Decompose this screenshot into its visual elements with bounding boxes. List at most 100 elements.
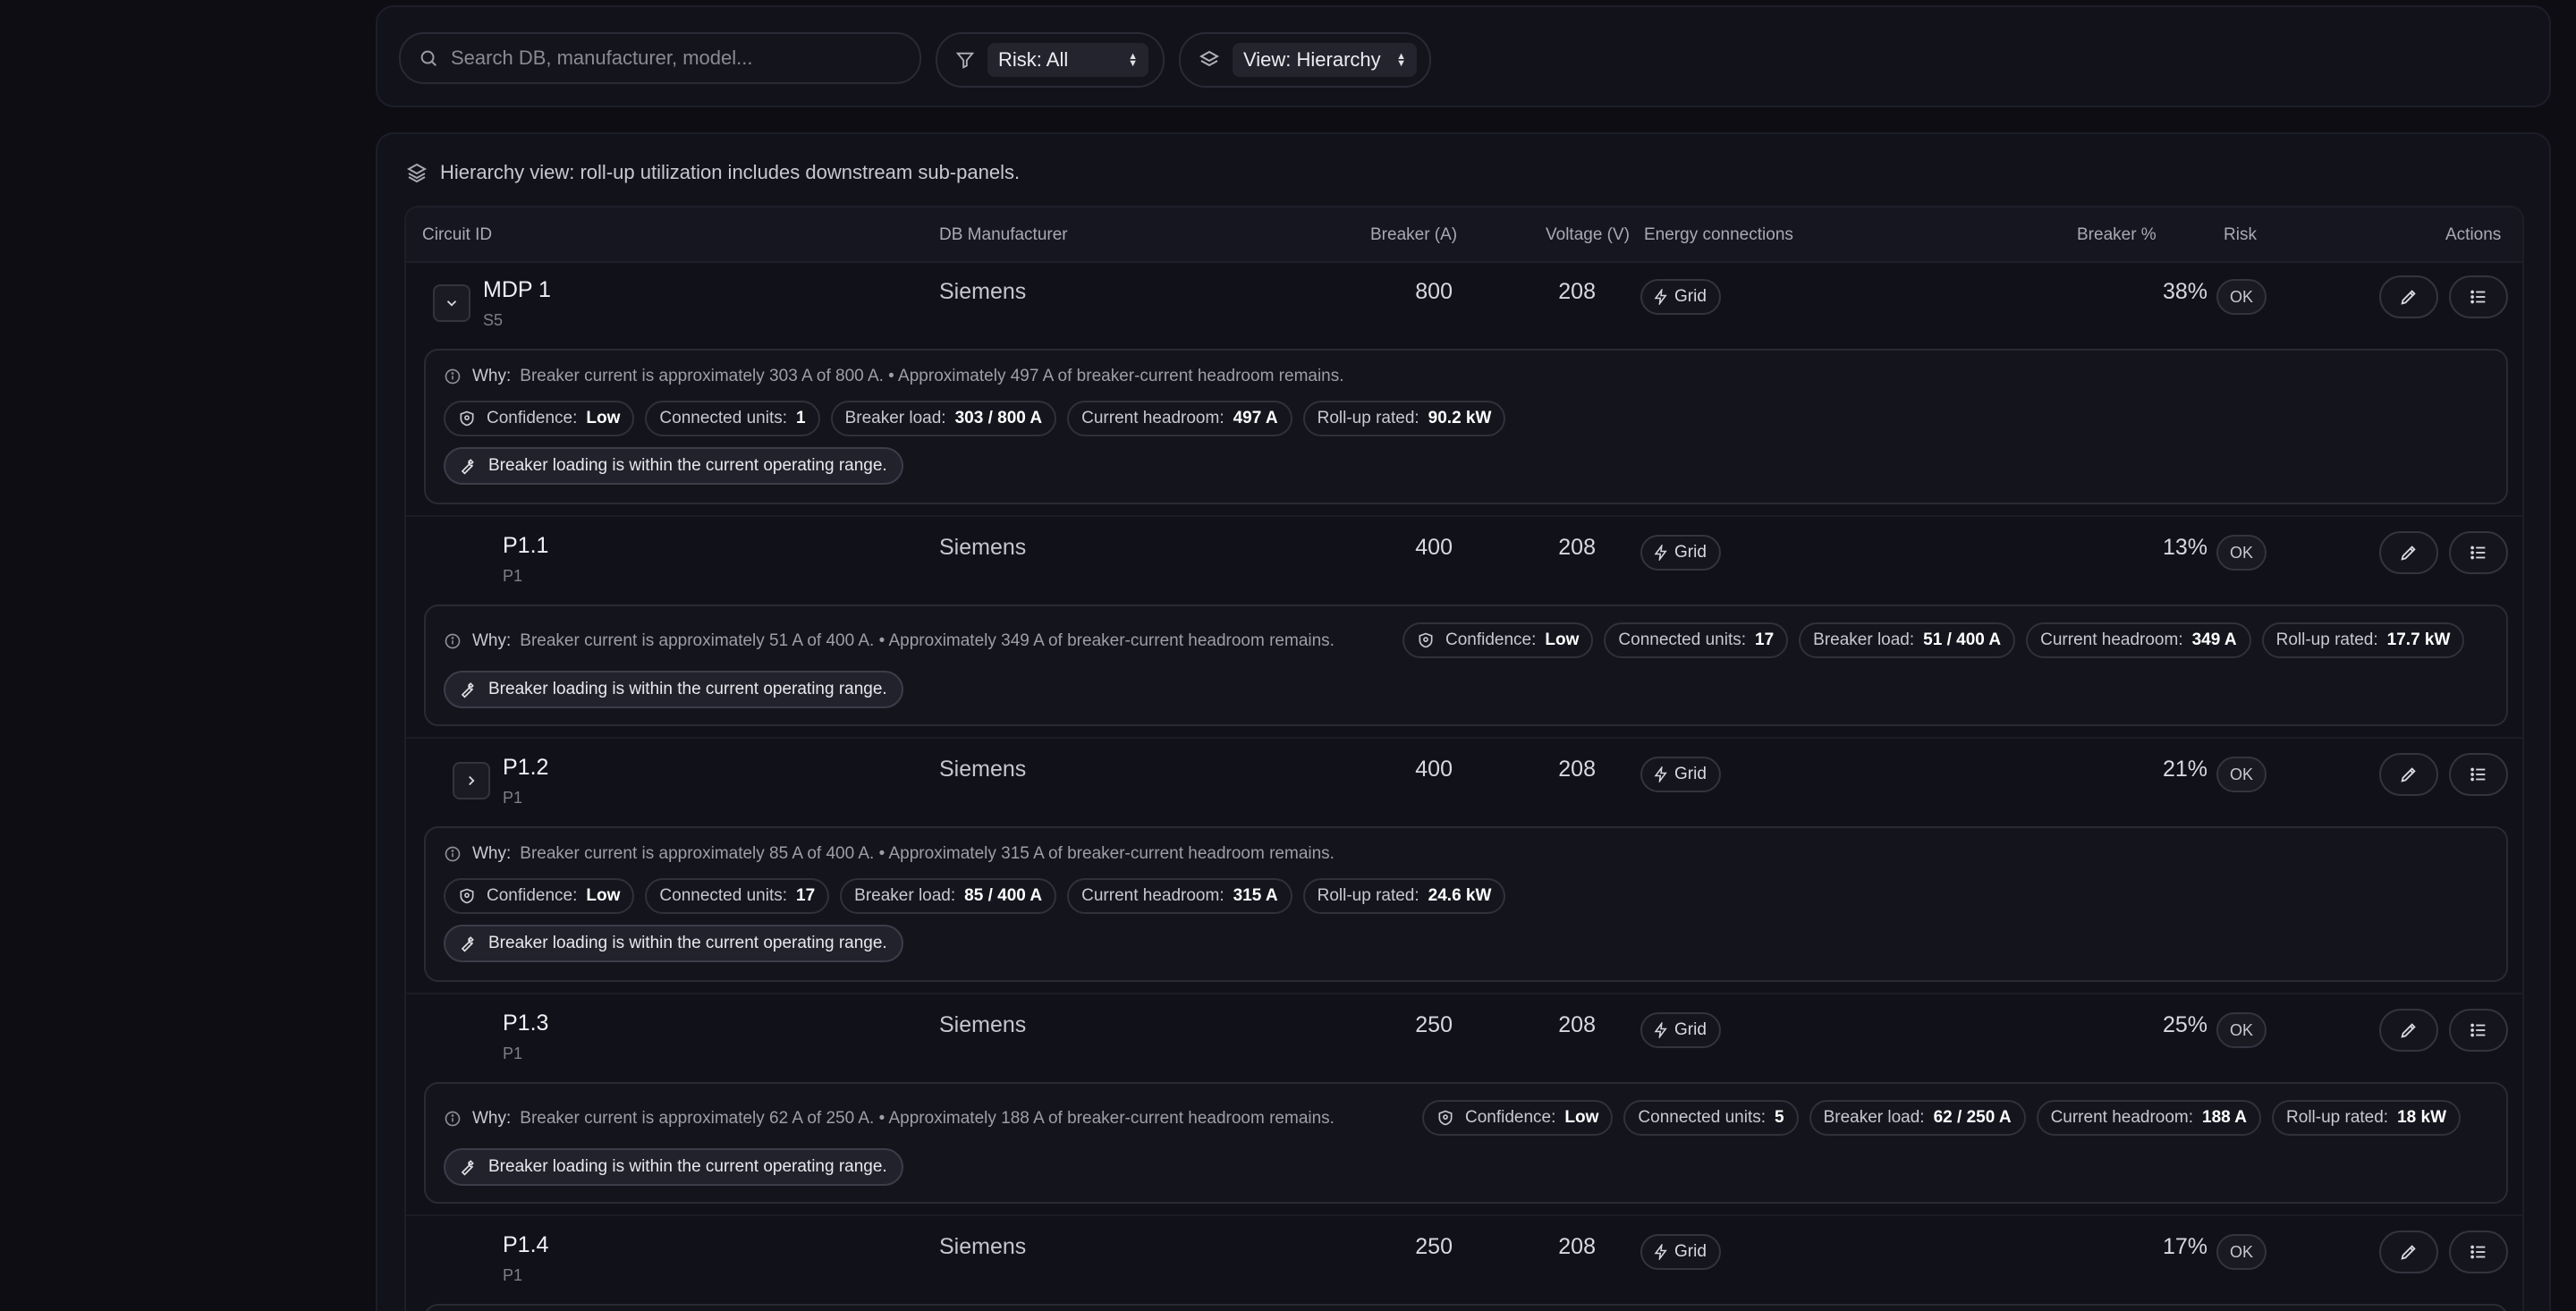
row-detail: Why: Breaker current is approximately 85… [424,826,2508,982]
details-button[interactable] [2449,275,2508,318]
voltage: 208 [1558,757,1596,782]
pencil-icon [2401,546,2416,561]
col-breaker[interactable]: Breaker (A) [1370,225,1457,245]
col-energy[interactable]: Energy connections [1644,225,1793,245]
col-breaker-pct[interactable]: Breaker % [2077,225,2157,245]
energy-connection-label: Grid [1674,765,1707,783]
bolt-icon [1654,1244,1667,1260]
table-row: MDP 1 S5 Siemens 800 208 Grid 38% OK [406,263,2522,349]
breaker-amps: 250 [1415,1012,1453,1037]
edit-button[interactable] [2379,1009,2438,1052]
search-icon [420,50,436,66]
risk-filter[interactable]: Risk: All ▲ ▼ [936,32,1165,88]
expand-toggle[interactable] [453,762,490,799]
collapse-toggle[interactable] [433,284,470,322]
breaker-load-chip: Breaker load: 62 / 250 A [1809,1100,2026,1136]
list-icon [2470,767,2486,782]
search-box[interactable] [399,32,921,84]
rollup-label: Roll-up rated: [2286,1108,2389,1127]
headroom-chip: Current headroom: 188 A [2036,1100,2262,1136]
breaker-load-label: Breaker load: [1823,1108,1925,1127]
breaker-percent: 17% [2162,1234,2207,1259]
select-arrows-icon: ▲ ▼ [1396,51,1406,69]
breaker-percent: 38% [2162,279,2207,304]
breaker-load-chip: Breaker load: 303 / 800 A [830,401,1057,436]
wrench-icon [461,936,474,952]
risk-badge: OK [2216,757,2267,792]
col-risk[interactable]: Risk [2224,225,2257,245]
details-button[interactable] [2449,1009,2508,1052]
details-button[interactable] [2449,1231,2508,1273]
confidence-label: Confidence: [487,409,578,427]
pencil-icon [2401,767,2416,782]
risk-select-value: Risk: All [998,48,1069,71]
rollup-value: 18 kW [2397,1108,2447,1127]
headroom-label: Current headroom: [2040,630,2183,649]
col-manufacturer[interactable]: DB Manufacturer [939,225,1068,245]
layers-icon [406,163,428,183]
breaker-load-label: Breaker load: [854,886,956,905]
why-text: Breaker current is approximately 51 A of… [520,631,1335,650]
list-icon [2470,1023,2486,1037]
bolt-icon [1654,1022,1667,1038]
edit-button[interactable] [2379,753,2438,796]
confidence-label: Confidence: [487,886,578,905]
energy-connection-label: Grid [1674,1020,1707,1039]
why-text: Breaker current is approximately 62 A of… [520,1109,1335,1128]
manufacturer: Siemens [939,1012,1027,1037]
row-detail [424,1304,2508,1311]
connected-units-label: Connected units: [659,886,787,905]
headroom-label: Current headroom: [1081,886,1224,905]
edit-button[interactable] [2379,1231,2438,1273]
edit-button[interactable] [2379,275,2438,318]
rollup-value: 17.7 kW [2386,630,2451,649]
col-voltage[interactable]: Voltage (V) [1546,225,1630,245]
why-label: Why: [472,844,512,863]
manufacturer: Siemens [939,279,1027,304]
headroom-chip: Current headroom: 497 A [1067,401,1292,436]
view-select-value: View: Hierarchy [1243,48,1381,71]
metric-chips: Confidence: Low Connected units: 1 Breaker… [444,401,1506,436]
headroom-value: 349 A [2191,630,2237,649]
view-filter[interactable]: View: Hierarchy ▲ ▼ [1179,32,1431,88]
details-button[interactable] [2449,753,2508,796]
energy-connection-label: Grid [1674,543,1707,562]
energy-connection-label: Grid [1674,1242,1707,1261]
col-circuit-id[interactable]: Circuit ID [422,225,492,245]
energy-connection-label: Grid [1674,287,1707,306]
why-line: Why: Breaker current is approximately 30… [444,367,1344,386]
row-detail: Why: Breaker current is approximately 62… [424,1082,2508,1204]
chevron-right-icon [469,775,475,786]
circuit-id: P1.4 [503,1232,549,1257]
wrench-icon [461,682,474,698]
breaker-amps: 800 [1415,279,1453,304]
status-text: Breaker loading is within the current op… [488,934,887,952]
rollup-label: Roll-up rated: [1317,886,1419,905]
view-select[interactable]: View: Hierarchy ▲ ▼ [1233,43,1417,77]
connected-units-value: 17 [796,886,816,905]
connected-units-label: Connected units: [1638,1108,1766,1127]
list-icon [2470,290,2486,304]
risk-select[interactable]: Risk: All ▲ ▼ [987,43,1148,77]
circuit-parent: S5 [483,311,504,329]
breaker-percent: 21% [2162,757,2207,782]
list-icon [2470,546,2486,560]
rollup-label: Roll-up rated: [1317,409,1419,427]
confidence-label: Confidence: [1445,630,1537,649]
row-separator [406,515,2522,517]
headroom-value: 497 A [1233,409,1278,427]
table-row: P1.4 P1 Siemens 250 208 Grid 17% OK [406,1218,2522,1304]
manufacturer: Siemens [939,757,1027,782]
connected-units-value: 1 [796,409,806,427]
details-button[interactable] [2449,531,2508,574]
headroom-label: Current headroom: [2050,1108,2194,1127]
edit-button[interactable] [2379,531,2438,574]
select-arrows-icon: ▲ ▼ [1128,51,1138,69]
confidence-value: Low [1545,630,1580,649]
search-input[interactable] [451,47,898,70]
rollup-chip: Roll-up rated: 24.6 kW [1302,878,1506,914]
hierarchy-note: Hierarchy view: roll-up utilization incl… [406,161,1020,184]
breaker-load-label: Breaker load: [1813,630,1915,649]
shield-icon [460,410,474,427]
connected-units-value: 5 [1775,1108,1784,1127]
